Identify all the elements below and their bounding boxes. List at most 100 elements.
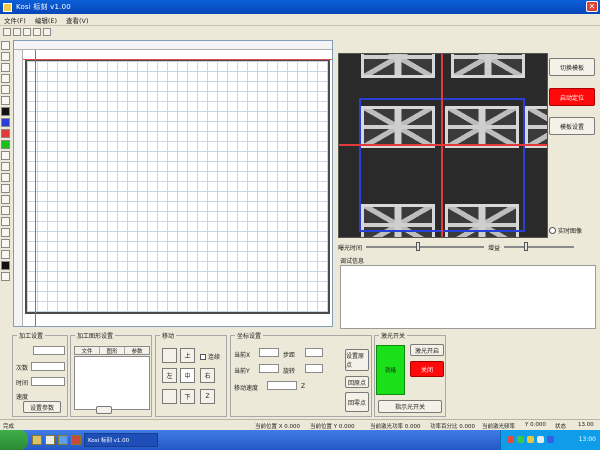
menu-edit[interactable]: 编辑(E)	[35, 15, 57, 25]
tray-icon[interactable]	[547, 436, 554, 443]
canvas-grid[interactable]	[25, 59, 330, 314]
speed-label: 速度	[16, 394, 29, 401]
slider-thumb[interactable]	[524, 242, 529, 251]
mirror-tool-icon[interactable]	[1, 228, 10, 237]
rect-tool-icon[interactable]	[1, 96, 10, 105]
quicklaunch-icon[interactable]	[71, 435, 81, 445]
debug-info-label: 调试信息	[340, 258, 365, 265]
step-input[interactable]	[305, 348, 323, 357]
move-z-button[interactable]: Z	[200, 389, 215, 404]
start-button[interactable]	[0, 430, 28, 450]
continuous-label: 连续	[208, 354, 221, 361]
move-left-button[interactable]: 左	[162, 368, 177, 383]
move-up-button[interactable]: 上	[180, 348, 195, 363]
go-zero-button[interactable]: 回零点	[345, 392, 369, 412]
current-x-label: 当前X	[234, 352, 251, 359]
taskbar-app-button[interactable]: Kosi 标刻 v1.00	[84, 433, 158, 447]
column-shape[interactable]: 图形	[100, 347, 125, 355]
quicklaunch-icon[interactable]	[45, 435, 55, 445]
color-red-swatch[interactable]	[1, 129, 10, 138]
array-tool-icon[interactable]	[1, 217, 10, 226]
move-speed-input[interactable]	[267, 381, 297, 390]
origin-guide-vertical	[35, 50, 36, 326]
column-file[interactable]: 文件	[75, 347, 100, 355]
coordinate-group: 坐标设置 当前X 步距 当前Y 旋转 移动速度 Z 设置原点 回原点 回零点	[230, 331, 372, 417]
move-up-left-button[interactable]	[162, 348, 177, 363]
bitmap-tool-icon[interactable]	[1, 250, 10, 259]
move-down-button[interactable]: 下	[180, 389, 195, 404]
group-title: 移动	[160, 331, 177, 340]
start-locate-button[interactable]: 启动定位	[549, 88, 595, 106]
laser-off-button[interactable]: 关闭	[410, 361, 444, 377]
go-origin-button[interactable]: 回原点	[345, 376, 369, 388]
tray-icon[interactable]	[507, 436, 514, 443]
move-center-button[interactable]: 中	[180, 368, 195, 383]
tray-icon[interactable]	[517, 436, 524, 443]
top-ruler	[14, 41, 332, 50]
status-bar: 完成 当前位置 X 0.000 当前位置 Y 0.000 当前激光功率 0.00…	[0, 419, 600, 430]
quicklaunch-icon[interactable]	[32, 435, 42, 445]
window-title: Kosi 标刻 v1.00	[16, 3, 71, 11]
delete-tool-icon[interactable]	[1, 272, 10, 281]
scroll-button[interactable]	[96, 406, 112, 414]
color-black-swatch[interactable]	[1, 107, 10, 116]
tray-icon[interactable]	[527, 436, 534, 443]
new-file-icon[interactable]	[3, 28, 11, 36]
select-tool-icon[interactable]	[1, 41, 10, 50]
circle-tool-icon[interactable]	[1, 151, 10, 160]
text-tool-icon[interactable]	[1, 162, 10, 171]
curve-tool-icon[interactable]	[1, 173, 10, 182]
close-button[interactable]: ✕	[586, 1, 598, 12]
toolbar	[0, 26, 80, 38]
column-params[interactable]: 参数	[125, 347, 149, 355]
move-right-button[interactable]: 右	[200, 368, 215, 383]
slider-thumb[interactable]	[416, 242, 421, 251]
rotate-input[interactable]	[305, 364, 323, 373]
menu-view[interactable]: 查看(V)	[66, 15, 89, 25]
help-icon[interactable]	[43, 28, 51, 36]
pan-tool-icon[interactable]	[1, 52, 10, 61]
print-icon[interactable]	[33, 28, 41, 36]
dropdown-field[interactable]	[33, 346, 65, 355]
move-speed-label: 移动速度	[234, 385, 259, 392]
gain-slider[interactable]	[504, 242, 575, 251]
move-down-left-button[interactable]	[162, 389, 177, 404]
status-y2: Y 0.000	[525, 422, 546, 428]
pen-tool-icon[interactable]	[1, 85, 10, 94]
checkbox-icon[interactable]	[200, 353, 206, 360]
rotate-tool-icon[interactable]	[1, 239, 10, 248]
pointer-light-button[interactable]: 指示光开关	[378, 400, 442, 413]
set-origin-button[interactable]: 设置原点	[345, 349, 369, 371]
current-x-input[interactable]	[259, 348, 279, 357]
color-green-swatch[interactable]	[1, 140, 10, 149]
open-file-icon[interactable]	[13, 28, 21, 36]
count-input[interactable]	[31, 362, 65, 371]
pattern-list[interactable]	[74, 356, 150, 410]
status-text: 完成	[3, 424, 15, 430]
quicklaunch-icon[interactable]	[58, 435, 68, 445]
laser-on-button[interactable]: 激光开启	[410, 344, 444, 356]
layer-black-swatch[interactable]	[1, 261, 10, 270]
live-image-checkbox[interactable]: 实时图像	[549, 226, 582, 235]
polygon-tool-icon[interactable]	[1, 184, 10, 193]
laser-ready-indicator: 就绪	[376, 345, 405, 395]
color-blue-swatch[interactable]	[1, 118, 10, 127]
continuous-checkbox[interactable]: 连续	[200, 352, 220, 361]
template-settings-button[interactable]: 模板设置	[549, 117, 595, 135]
design-canvas[interactable]	[13, 40, 333, 327]
switch-template-button[interactable]: 切换模板	[549, 58, 595, 76]
line-tool-icon[interactable]	[1, 74, 10, 83]
current-y-input[interactable]	[259, 364, 279, 373]
menu-file[interactable]: 文件(F)	[4, 15, 26, 25]
time-input[interactable]	[31, 377, 65, 386]
camera-view[interactable]	[338, 53, 548, 238]
fill-tool-icon[interactable]	[1, 195, 10, 204]
zoom-tool-icon[interactable]	[1, 63, 10, 72]
set-params-button[interactable]: 设置参数	[23, 401, 61, 413]
node-tool-icon[interactable]	[1, 206, 10, 215]
save-file-icon[interactable]	[23, 28, 31, 36]
exposure-slider[interactable]	[366, 242, 485, 251]
radio-icon[interactable]	[549, 227, 556, 234]
workpiece-image	[451, 54, 525, 78]
tray-icon[interactable]	[537, 436, 544, 443]
